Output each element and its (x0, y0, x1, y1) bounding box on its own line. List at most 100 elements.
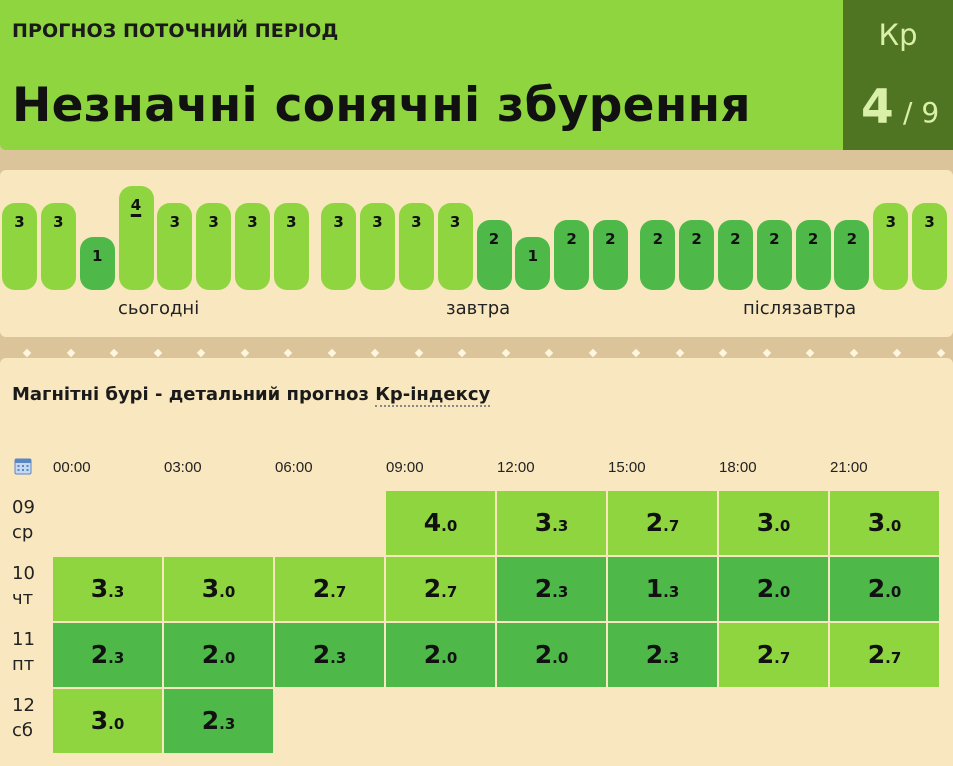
separator-dot (936, 348, 945, 358)
kp-value-integer: 1 (645, 574, 664, 603)
kp-bars-panel: 3 3 1 4 3 3 3 3 3 3 3 3 2 1 2 2 2 2 2 2 2 2 3 3 сьогодні завтра… (0, 170, 953, 337)
row-day: 12 (12, 695, 35, 716)
kp-value-fraction: .0 (885, 517, 902, 535)
day-label-today: сьогодні (118, 298, 200, 319)
time-header: 15:00 (608, 459, 646, 476)
kp-value-integer: 2 (312, 574, 331, 603)
kp-value-fraction: .0 (219, 649, 236, 667)
kp-value-fraction: .7 (774, 649, 791, 667)
detail-title-text: Магнітні бурі - детальний прогноз (12, 384, 376, 405)
separator-dot (675, 348, 684, 358)
kp-bar-value: 3 (372, 213, 383, 231)
kp-label: Кр (878, 18, 918, 52)
forecast-period-label: ПРОГНОЗ ПОТОЧНИЙ ПЕРІОД (12, 20, 339, 42)
row-date: 09 ср (12, 495, 35, 545)
row-weekday: чт (12, 588, 34, 609)
kp-value-integer: 3 (756, 508, 775, 537)
kp-value-fraction: .3 (219, 715, 236, 733)
kp-value-integer: 3 (90, 706, 109, 735)
kp-value-integer: 3 (90, 574, 109, 603)
row-date: 12 сб (12, 693, 35, 743)
kp-index-box: Кр 4 / 9 (843, 0, 953, 150)
separator-dot (457, 348, 467, 358)
kp-bar: 3 (40, 203, 76, 290)
time-header: 21:00 (830, 459, 868, 476)
kp-forecast-cell: 4.0 (386, 491, 495, 555)
separator-dot (414, 348, 423, 358)
kp-bar: 2 (717, 220, 753, 290)
kp-bar-value: 3 (286, 213, 297, 231)
row-day: 10 (12, 563, 35, 584)
time-header: 00:00 (53, 459, 91, 476)
kp-value-integer: 2 (867, 574, 886, 603)
kp-forecast-cell: 2.3 (497, 557, 606, 621)
separator-dot (631, 348, 641, 358)
time-header: 12:00 (497, 459, 535, 476)
kp-value-fraction: .3 (108, 649, 125, 667)
separator-dot (849, 348, 858, 358)
separator-dot (588, 348, 597, 358)
kp-value-integer: 2 (645, 508, 664, 537)
kp-forecast-cell: 1.3 (608, 557, 717, 621)
kp-value-integer: 4 (423, 508, 442, 537)
kp-bar-value: 2 (605, 230, 616, 248)
time-header: 09:00 (386, 459, 424, 476)
kp-bar: 3 (360, 203, 395, 290)
kp-bar: 2 (795, 220, 831, 290)
forecast-header: ПРОГНОЗ ПОТОЧНИЙ ПЕРІОД Незначні сонячні… (0, 0, 953, 150)
kp-bar: 3 (398, 203, 434, 290)
kp-bar-value: 2 (488, 230, 500, 248)
kp-forecast-cell: 2.7 (830, 623, 939, 687)
kp-value-integer: 2 (90, 640, 109, 669)
separator-dot (370, 348, 380, 358)
separator-dot (66, 348, 75, 358)
separator-dot (196, 348, 206, 358)
kp-value-integer: 2 (201, 706, 220, 735)
kp-forecast-cell: 3.0 (719, 491, 828, 555)
kp-bar: 3 (273, 203, 309, 290)
kp-bar: 3 (873, 203, 909, 290)
kp-bar: 3 (157, 203, 193, 290)
separator-dot (327, 348, 336, 358)
row-date: 11 пт (12, 627, 35, 677)
kp-value-fraction: .3 (552, 517, 569, 535)
time-header: 03:00 (164, 459, 202, 476)
kp-bar-value: 2 (652, 230, 664, 248)
kp-value-fraction: .0 (219, 583, 236, 601)
kp-value: 4 (861, 80, 894, 135)
kp-value-fraction: .3 (663, 649, 680, 667)
kp-bar-value: 4 (130, 196, 142, 214)
separator-dot (153, 348, 162, 358)
kp-value-integer: 2 (534, 640, 553, 669)
kp-max: / 9 (903, 96, 940, 129)
kp-value-fraction: .7 (441, 583, 458, 601)
kp-value-fraction: .3 (552, 583, 569, 601)
separator-dot (762, 348, 771, 358)
kp-bar-value: 3 (885, 213, 897, 231)
kp-bar: 3 (196, 203, 232, 290)
row-day: 09 (12, 497, 35, 518)
row-weekday: сб (12, 720, 33, 741)
kp-value-fraction: .3 (663, 583, 680, 601)
separator-dot (109, 348, 119, 358)
kp-forecast-cell: 2.3 (53, 623, 162, 687)
kp-value-integer: 2 (645, 640, 664, 669)
kp-bar: 2 (554, 220, 590, 290)
kp-bar: 3 (321, 203, 357, 290)
kp-value-fraction: .0 (441, 517, 458, 535)
kp-bar-value: 3 (247, 213, 258, 231)
kp-value-integer: 3 (201, 574, 220, 603)
kp-bar-value: 2 (846, 230, 858, 248)
kp-forecast-cell: 2.0 (830, 557, 939, 621)
kp-value-fraction: .0 (885, 583, 902, 601)
kp-bar: 2 (592, 220, 628, 290)
day-label-day-after: післязавтра (743, 298, 857, 319)
time-header: 18:00 (719, 459, 757, 476)
kp-index-link[interactable]: Кр-індексу (375, 384, 491, 407)
kp-forecast-cell: 3.3 (53, 557, 162, 621)
kp-bar-value: 3 (449, 213, 461, 231)
kp-forecast-cell: 3.3 (497, 491, 606, 555)
kp-forecast-cell: 2.3 (164, 689, 273, 753)
kp-value-fraction: .0 (108, 715, 125, 733)
kp-value-integer: 2 (756, 574, 775, 603)
